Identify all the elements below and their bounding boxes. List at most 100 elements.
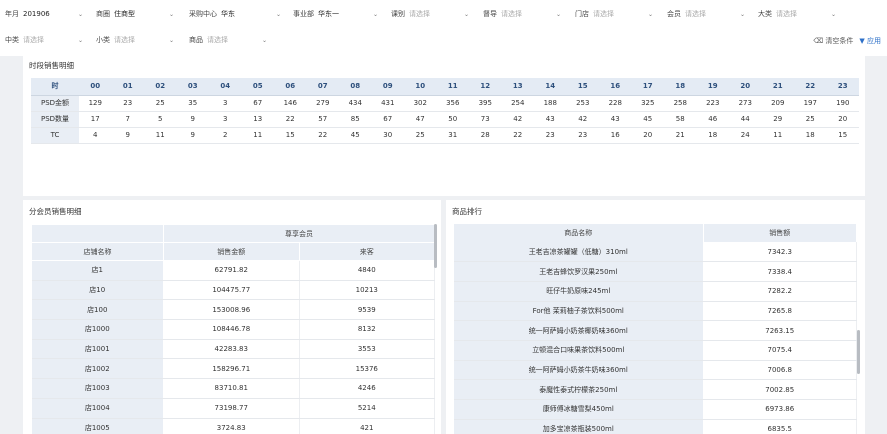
apply-button[interactable]: ▼ 应用	[859, 36, 881, 46]
filter-select[interactable]: 请选择 ⌄	[23, 35, 85, 45]
table-cell: 58	[664, 111, 697, 128]
filter-label: 课别	[391, 10, 405, 18]
table-cell: 431	[371, 95, 404, 112]
table-row: 王老吉凉茶罐罐（低糖）310ml 7342.3	[454, 242, 857, 263]
table-cell: 42	[501, 111, 534, 128]
hour-header: 14	[534, 78, 567, 96]
table-cell: 9	[176, 127, 209, 144]
chevron-down-icon: ⌄	[830, 10, 836, 18]
table-cell: 17	[79, 111, 112, 128]
table-row: 店1003 83710.81 4246	[31, 378, 435, 399]
member-sales-title: 分会员销售明细	[29, 207, 82, 216]
table-cell: 16	[599, 127, 632, 144]
filter-1: 商圈 住商型 ⌄	[96, 7, 176, 21]
rank-col-header: 销售额	[703, 224, 857, 242]
filter-3: 事业部 华东一 ⌄	[293, 7, 380, 21]
filter-select[interactable]: 201906 ⌄	[23, 10, 85, 18]
table-cell: 22	[306, 127, 339, 144]
rank-scrollbar[interactable]	[857, 330, 860, 374]
table-row: 店1 62791.82 4840	[31, 260, 435, 281]
table-cell: 13	[241, 111, 274, 128]
table-cell: 153008.96	[163, 299, 300, 321]
table-cell: 67	[241, 95, 274, 112]
filter-select[interactable]: 请选择 ⌄	[776, 9, 838, 19]
table-cell: 7265.8	[703, 301, 857, 322]
filter-value: 请选择	[776, 10, 797, 18]
table-row: 店1005 3724.83 421	[31, 418, 435, 434]
table-cell: 73	[469, 111, 502, 128]
table-cell: 店1	[31, 260, 164, 281]
member-sales-panel: 分会员销售明细 尊享会员 店铺名称 销售金额 来客 店1 62791.82 4840 店1…	[23, 200, 441, 434]
table-cell: 11	[241, 127, 274, 144]
table-cell: 50	[436, 111, 469, 128]
table-cell: 2	[209, 127, 242, 144]
chevron-down-icon: ⌄	[463, 10, 469, 18]
hour-header: 15	[566, 78, 599, 96]
table-cell: 7	[111, 111, 144, 128]
filter-actions: ⌫ 清空条件 ▼ 应用	[813, 36, 881, 46]
table-cell: 44	[729, 111, 762, 128]
table-cell: 7263.15	[703, 320, 857, 341]
table-cell: 统一阿萨姆小奶茶椰奶味360ml	[454, 320, 704, 341]
table-row: 康师傅冰糖雪梨450ml 6973.86	[454, 399, 857, 420]
table-cell: 67	[371, 111, 404, 128]
hour-header: 12	[469, 78, 502, 96]
table-row: 店1001 42283.83 3553	[31, 339, 435, 360]
filter-label: 采购中心	[189, 10, 217, 18]
hour-header: 18	[664, 78, 697, 96]
filter-select[interactable]: 请选择 ⌄	[409, 9, 471, 19]
hour-corner: 时	[31, 78, 79, 96]
table-cell: 28	[469, 127, 502, 144]
table-cell: 108446.78	[163, 319, 300, 340]
hour-header: 17	[631, 78, 664, 96]
filter-select[interactable]: 住商型 ⌄	[114, 9, 176, 19]
table-cell: 店10	[31, 280, 164, 301]
filter-select[interactable]: 请选择 ⌄	[685, 9, 747, 19]
table-cell: For他 茉莉柚子茶饮料500ml	[454, 301, 704, 322]
table-cell: 店1000	[31, 319, 164, 340]
hour-header: 23	[826, 78, 859, 96]
clear-filters-button[interactable]: ⌫ 清空条件	[813, 36, 853, 46]
table-row: For他 茉莉柚子茶饮料500ml 7265.8	[454, 301, 857, 322]
table-cell: 24	[729, 127, 762, 144]
member-scrollbar[interactable]	[434, 224, 437, 268]
table-cell: 57	[306, 111, 339, 128]
filter-9: 中类 请选择 ⌄	[5, 33, 85, 47]
table-cell: 9	[176, 111, 209, 128]
table-cell: 254	[501, 95, 534, 112]
table-cell: 3	[209, 111, 242, 128]
table-cell: 23	[111, 95, 144, 112]
table-cell: 223	[696, 95, 729, 112]
product-rank-table: 商品名称 销售额 王老吉凉茶罐罐（低糖）310ml 7342.3 王老吉蜂饮罗汉果25…	[454, 224, 857, 434]
table-cell: 158296.71	[163, 358, 300, 380]
filter-label: 小类	[96, 36, 110, 44]
table-cell: 7282.2	[703, 281, 857, 302]
chevron-down-icon: ⌄	[372, 10, 378, 18]
table-cell: 18	[696, 127, 729, 144]
table-cell: 197	[794, 95, 827, 112]
table-cell: 康师傅冰糖雪梨450ml	[454, 399, 704, 420]
filter-select[interactable]: 请选择 ⌄	[501, 9, 563, 19]
table-cell: 42283.83	[163, 339, 300, 360]
hour-header: 07	[306, 78, 339, 96]
table-cell: 18	[794, 127, 827, 144]
filter-value: 请选择	[685, 10, 706, 18]
filter-select[interactable]: 华东一 ⌄	[318, 9, 380, 19]
table-row: 店100 153008.96 9539	[31, 299, 435, 321]
filter-select[interactable]: 华东 ⌄	[221, 9, 283, 19]
table-cell: 3553	[299, 339, 435, 360]
table-cell: 104475.77	[163, 280, 300, 301]
filter-bar: 年月 201906 ⌄ 商圈 住商型 ⌄ 采购中心 华东 ⌄ 事业部 华东一 ⌄ 课别 请选择 ⌄ 督导 请选择…	[0, 0, 887, 56]
table-row: 店1000 108446.78 8132	[31, 319, 435, 340]
table-cell: 188	[534, 95, 567, 112]
hour-header: 22	[794, 78, 827, 96]
table-cell: 店1004	[31, 398, 164, 419]
filter-6: 门店 请选择 ⌄	[575, 7, 655, 21]
hour-header: 20	[729, 78, 762, 96]
filter-select[interactable]: 请选择 ⌄	[114, 35, 176, 45]
filter-select[interactable]: 请选择 ⌄	[593, 9, 655, 19]
product-rank-title: 商品排行	[452, 207, 482, 216]
filter-select[interactable]: 请选择 ⌄	[207, 35, 269, 45]
table-cell: 395	[469, 95, 502, 112]
table-cell: 6835.5	[703, 419, 857, 434]
